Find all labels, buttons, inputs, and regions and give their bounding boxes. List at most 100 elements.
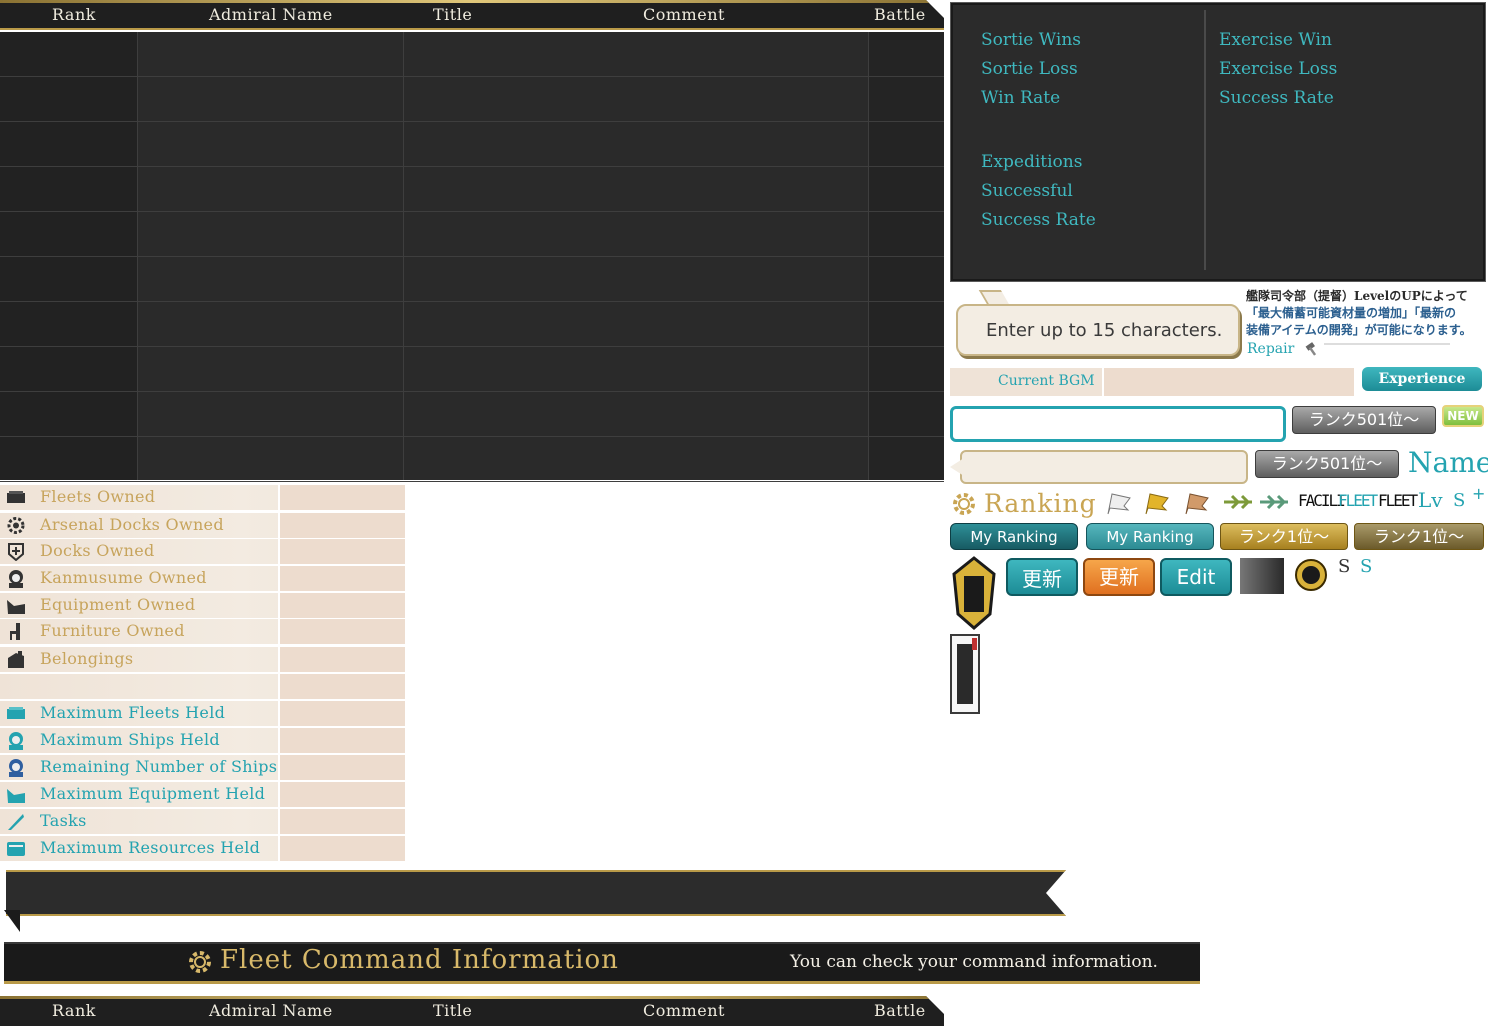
tasks-label: Tasks (40, 811, 87, 830)
max-equipment-label: Maximum Equipment Held (40, 784, 266, 803)
list-item: Furniture Owned (0, 619, 405, 644)
table-row[interactable] (0, 257, 944, 302)
table-row[interactable] (0, 437, 944, 482)
white-flag-icon (1107, 493, 1131, 515)
kanmusume-owned-value (278, 566, 405, 591)
col-admiral-name: Admiral Name (209, 5, 333, 24)
col-title: Title (433, 5, 473, 24)
list-item: Fleets Owned (0, 485, 405, 510)
info-note-line3: 装備アイテムの開発」が可能になります。 (1246, 323, 1472, 337)
leaf-ornament-icon-2 (1260, 494, 1288, 510)
info-note-line1: 艦隊司令部（提督）LevelのUPによって (1246, 289, 1468, 303)
fleet-icon (7, 491, 25, 503)
table-row[interactable] (0, 212, 944, 257)
chair-icon (10, 623, 20, 640)
equipment-icon (7, 789, 25, 803)
bgm-value-field[interactable] (1104, 368, 1354, 396)
docks-owned-label: Docks Owned (40, 541, 155, 560)
equipment-icon (7, 600, 25, 614)
list-item-empty (0, 674, 405, 699)
tasks-value (278, 809, 405, 834)
comment-bubble-tail (950, 458, 964, 476)
list-item: Maximum Equipment Held (0, 782, 405, 807)
fleets-owned-label: Fleets Owned (40, 487, 156, 506)
rank-501-badge-2: ランク501位～ (1255, 450, 1399, 478)
ranking-table (0, 32, 944, 482)
arsenal-docks-value (278, 513, 405, 538)
max-resources-label: Maximum Resources Held (40, 838, 261, 857)
hammer-icon (1305, 342, 1317, 356)
ranking-header-bottom: Rank Admiral Name Title Comment Battle (0, 996, 944, 1026)
plus-label: + (1472, 484, 1486, 503)
table-row[interactable] (0, 392, 944, 437)
bag-icon (8, 651, 24, 668)
max-ships-label: Maximum Ships Held (40, 730, 220, 749)
fleet-command-title: Fleet Command Information (220, 945, 619, 975)
belongings-label: Belongings (40, 649, 134, 668)
name-input[interactable] (950, 406, 1286, 442)
table-row[interactable] (0, 32, 944, 77)
expeditions-successful-label: Successful (981, 181, 1073, 201)
comment-input-bubble[interactable] (960, 450, 1248, 484)
max-fleets-label: Maximum Fleets Held (40, 703, 226, 722)
list-item: Equipment Owned (0, 593, 405, 618)
s-label-dark: S (1338, 556, 1351, 577)
remaining-ships-label: Remaining Number of Ships (40, 757, 278, 776)
table-row[interactable] (0, 77, 944, 122)
my-ranking-button-hover[interactable]: My Ranking (1086, 523, 1214, 550)
list-item: Kanmusume Owned (0, 566, 405, 591)
fleets-owned-value (278, 485, 405, 510)
furniture-owned-label: Furniture Owned (40, 621, 185, 640)
col-admiral-name: Admiral Name (209, 1001, 333, 1020)
gear-icon (189, 951, 211, 973)
update-button[interactable]: 更新 (1006, 558, 1078, 596)
list-item: Arsenal Docks Owned (0, 513, 405, 538)
fleet-icon (7, 707, 25, 719)
experience-button[interactable]: Experience (1362, 367, 1482, 391)
gear-icon (953, 493, 975, 515)
col-title: Title (433, 1001, 473, 1020)
lv-label: Lv (1418, 488, 1443, 512)
girl-icon (9, 570, 23, 588)
expeditions-label: Expeditions (981, 152, 1083, 172)
rank-1-button[interactable]: ランク1位～ (1220, 523, 1348, 550)
furniture-owned-value (278, 619, 405, 644)
rank-1-button-dim[interactable]: ランク1位～ (1354, 523, 1484, 550)
max-resources-value (278, 836, 405, 861)
docks-owned-value (278, 539, 405, 564)
gold-flag-icon (1145, 493, 1169, 515)
exercise-win-label: Exercise Win (1219, 30, 1332, 50)
update-button-hover[interactable]: 更新 (1083, 558, 1155, 596)
max-equipment-value (278, 782, 405, 807)
vertical-tag-icon (950, 634, 980, 714)
new-badge: NEW (1442, 405, 1484, 427)
stats-divider (1204, 10, 1206, 270)
arsenal-docks-label: Arsenal Docks Owned (40, 515, 224, 534)
table-row[interactable] (0, 302, 944, 347)
facility-label: FACILI (1298, 491, 1346, 510)
repair-dock-icon (8, 543, 24, 561)
table-row[interactable] (0, 347, 944, 392)
my-ranking-button[interactable]: My Ranking (950, 523, 1078, 550)
info-note-line2: 「最大備蓄可能資材量の増加」「最新の (1246, 306, 1457, 320)
dark-swatch (1240, 558, 1284, 594)
col-battle: Battle (874, 5, 926, 24)
col-comment: Comment (643, 5, 725, 24)
edit-button[interactable]: Edit (1160, 558, 1232, 596)
remaining-ships-value (278, 755, 405, 780)
table-row[interactable] (0, 167, 944, 212)
max-ships-value (278, 728, 405, 753)
kanmusume-owned-label: Kanmusume Owned (40, 568, 207, 587)
repair-underline (1324, 343, 1450, 345)
table-row[interactable] (0, 122, 944, 167)
comment-placeholder: Enter up to 15 characters. (986, 320, 1223, 341)
expeditions-success-rate-label: Success Rate (981, 210, 1096, 230)
s-label: S (1453, 490, 1466, 511)
ribbon-banner (6, 870, 1066, 916)
ribbon-fold (4, 910, 20, 932)
win-rate-label: Win Rate (981, 88, 1061, 108)
equipment-owned-value (278, 593, 405, 618)
list-item: Maximum Resources Held (0, 836, 405, 861)
col-rank: Rank (52, 5, 96, 24)
bgm-label: Current BGM (998, 373, 1095, 389)
